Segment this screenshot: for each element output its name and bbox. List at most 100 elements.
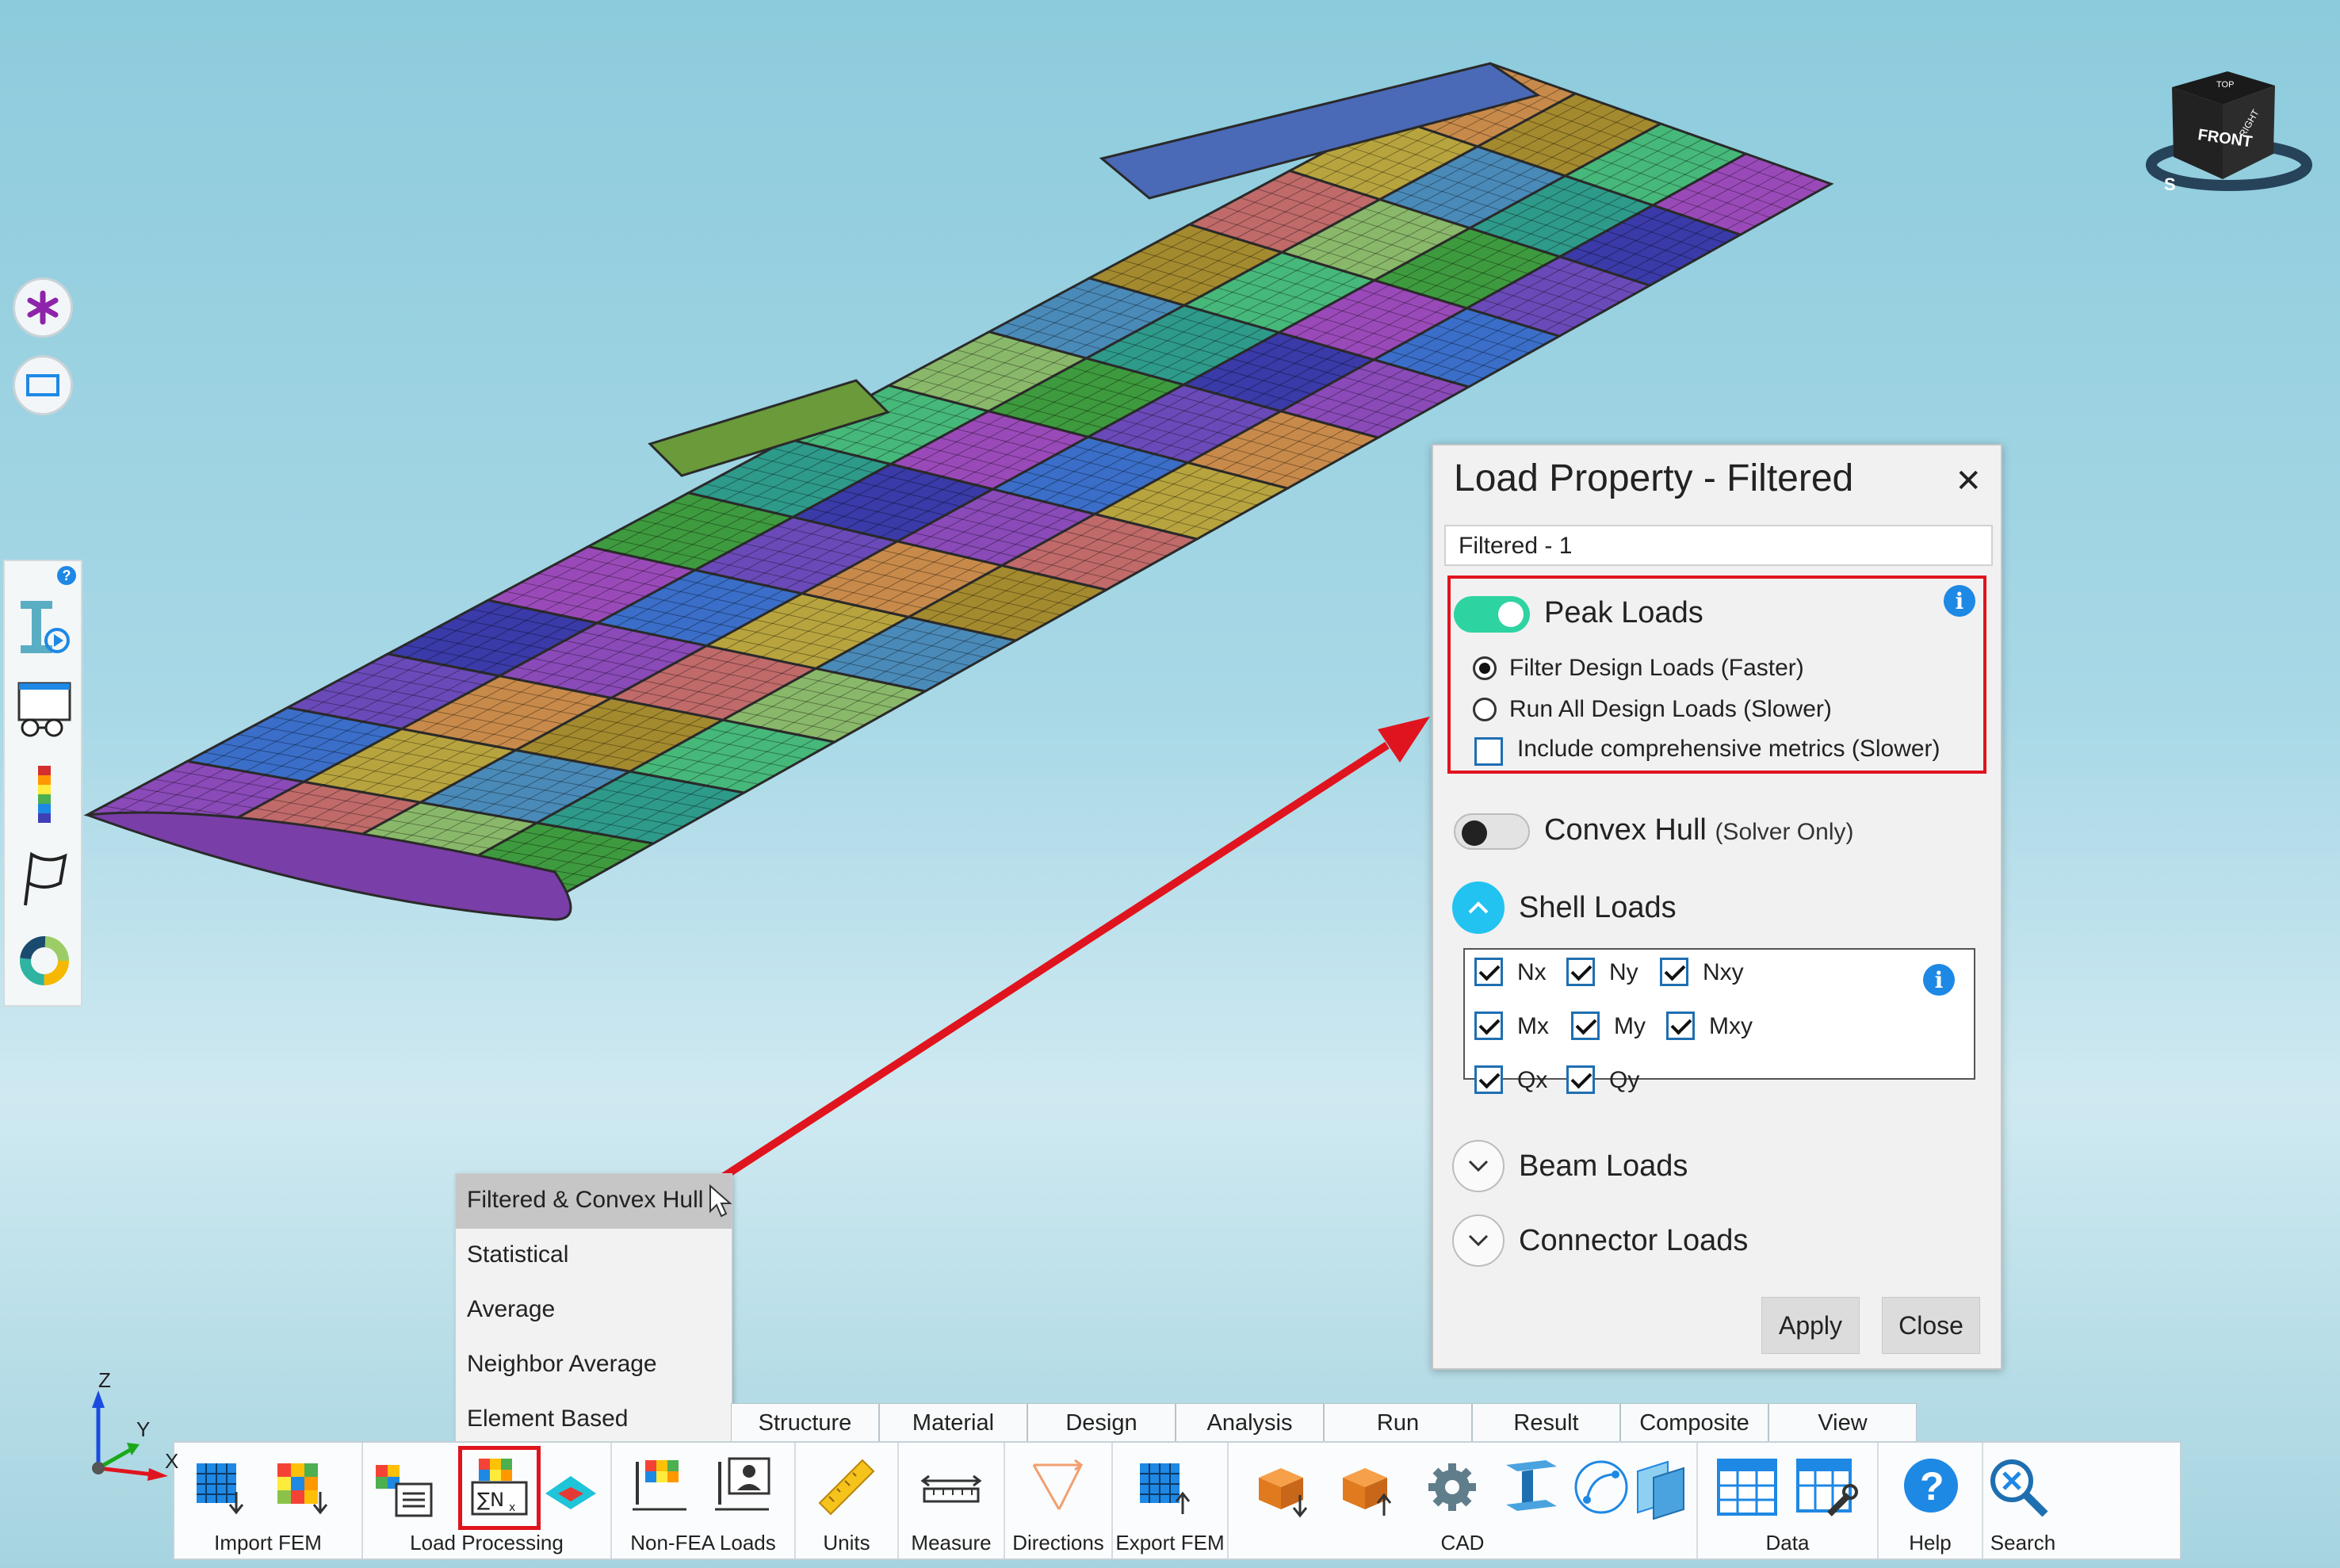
peak-loads-toggle[interactable] (1454, 596, 1530, 633)
ny-checkbox[interactable] (1566, 958, 1595, 986)
group-import-fem: Import FEM (174, 1443, 363, 1558)
comprehensive-metrics-label: Include comprehensive metrics (Slower) (1517, 736, 1940, 762)
group-export-fem: Export FEM (1113, 1443, 1229, 1558)
chevron-up-icon (1468, 901, 1489, 914)
filter-design-loads-radio[interactable] (1473, 656, 1497, 680)
ruler-icon[interactable] (813, 1454, 880, 1520)
beam-loads-label: Beam Loads (1519, 1149, 1688, 1183)
group-directions: Directions (1005, 1443, 1113, 1558)
close-icon[interactable]: ✕ (1955, 463, 1982, 499)
cad-export-icon[interactable] (1335, 1454, 1401, 1520)
user-load-icon[interactable] (709, 1454, 775, 1520)
search-icon[interactable] (1985, 1454, 2051, 1520)
import-mesh-icon[interactable] (192, 1454, 258, 1520)
shell-loads-expander[interactable] (1452, 882, 1505, 934)
surface-icon[interactable] (1630, 1454, 1696, 1520)
measure-icon[interactable] (918, 1454, 985, 1520)
tab-composite[interactable]: Composite (1620, 1403, 1768, 1443)
tab-run[interactable]: Run (1324, 1403, 1472, 1443)
mxy-checkbox[interactable] (1666, 1012, 1695, 1040)
mx-label: Mx (1517, 1013, 1549, 1039)
menu-item-neighbor-average[interactable]: Neighbor Average (456, 1338, 732, 1393)
nx-checkbox[interactable] (1474, 958, 1503, 986)
group-measure: Measure (899, 1443, 1005, 1558)
load-processing-label: Load Processing (410, 1531, 564, 1555)
tab-material[interactable]: Material (879, 1403, 1027, 1443)
dialog-title: Load Property - Filtered (1454, 457, 1854, 499)
convex-hull-label: Convex Hull (Solver Only) (1544, 813, 1854, 847)
cad-label: CAD (1440, 1531, 1485, 1555)
export-fem-label: Export FEM (1115, 1531, 1225, 1555)
run-all-design-loads-radio[interactable] (1473, 698, 1497, 721)
group-data: Data (1698, 1443, 1879, 1558)
import-loads-icon[interactable] (273, 1454, 339, 1520)
svg-text:?: ? (1920, 1464, 1944, 1509)
ribbon-tabs: Structure Material Design Analysis Run R… (434, 1403, 1918, 1443)
filter-design-loads-label: Filter Design Loads (Faster) (1509, 655, 1804, 681)
table-settings-icon[interactable] (1793, 1454, 1860, 1520)
convex-hull-note: (Solver Only) (1715, 819, 1854, 845)
group-help: ? Help (1879, 1443, 1983, 1558)
axis-triad: Z Y X (92, 1370, 178, 1481)
mxy-label: Mxy (1709, 1013, 1753, 1039)
gear-icon[interactable] (1419, 1454, 1485, 1520)
export-mesh-icon[interactable] (1135, 1454, 1202, 1520)
load-list-icon[interactable] (373, 1454, 439, 1520)
group-search: Search (1983, 1443, 2181, 1558)
nx-label: Nx (1517, 959, 1547, 985)
i-beam-icon[interactable] (1498, 1454, 1565, 1520)
group-cad: CAD (1229, 1443, 1698, 1558)
qy-label: Qy (1609, 1067, 1640, 1093)
chevron-down-icon (1468, 1234, 1489, 1247)
shell-loads-label: Shell Loads (1519, 891, 1677, 924)
load-diamond-icon[interactable] (539, 1454, 606, 1520)
close-button[interactable]: Close (1882, 1297, 1980, 1354)
non-fea-load-icon[interactable] (626, 1454, 693, 1520)
shell-loads-info-icon[interactable]: i (1923, 964, 1955, 996)
units-label: Units (823, 1531, 870, 1555)
import-fem-label: Import FEM (214, 1531, 322, 1555)
my-checkbox[interactable] (1571, 1012, 1600, 1040)
tab-view[interactable]: View (1768, 1403, 1917, 1443)
beam-loads-expander[interactable] (1452, 1140, 1505, 1192)
directions-icon[interactable] (1026, 1454, 1092, 1520)
group-units: Units (796, 1443, 899, 1558)
measure-label: Measure (911, 1531, 992, 1555)
table-icon[interactable] (1714, 1454, 1780, 1520)
mx-checkbox[interactable] (1474, 1012, 1503, 1040)
non-fea-loads-label: Non-FEA Loads (630, 1531, 776, 1555)
svg-text:Z: Z (98, 1370, 111, 1392)
cad-import-icon[interactable] (1251, 1454, 1317, 1520)
nxy-label: Nxy (1703, 959, 1744, 985)
curve-icon[interactable] (1568, 1454, 1635, 1520)
nxy-checkbox[interactable] (1660, 958, 1688, 986)
help-label: Help (1909, 1531, 1952, 1555)
run-all-design-loads-label: Run All Design Loads (Slower) (1509, 696, 1832, 722)
menu-item-statistical[interactable]: Statistical (456, 1229, 732, 1283)
qy-checkbox[interactable] (1566, 1065, 1595, 1094)
menu-item-average[interactable]: Average (456, 1283, 732, 1338)
convex-hull-toggle[interactable] (1454, 813, 1530, 850)
apply-button[interactable]: Apply (1761, 1297, 1860, 1354)
tab-design[interactable]: Design (1027, 1403, 1176, 1443)
connector-loads-label: Connector Loads (1519, 1224, 1749, 1257)
tab-analysis[interactable]: Analysis (1176, 1403, 1324, 1443)
tab-structure[interactable]: Structure (731, 1403, 879, 1443)
menu-item-filtered-convex-hull[interactable]: Filtered & Convex Hull (456, 1174, 732, 1229)
comprehensive-metrics-checkbox[interactable] (1474, 737, 1503, 766)
data-label: Data (1765, 1531, 1810, 1555)
peak-loads-info-icon[interactable]: i (1944, 585, 1975, 617)
property-name-field[interactable]: Filtered - 1 (1444, 525, 1993, 566)
connector-loads-expander[interactable] (1452, 1214, 1505, 1267)
sum-loads-highlight (458, 1446, 541, 1530)
tab-result[interactable]: Result (1472, 1403, 1620, 1443)
peak-loads-label: Peak Loads (1544, 596, 1703, 629)
ny-label: Ny (1609, 959, 1638, 985)
mouse-cursor-icon (709, 1184, 732, 1218)
chevron-down-icon (1468, 1160, 1489, 1172)
svg-text:X: X (165, 1449, 178, 1473)
load-property-dialog: Load Property - Filtered ✕ Filtered - 1 … (1432, 444, 2002, 1370)
qx-checkbox[interactable] (1474, 1065, 1503, 1094)
qx-label: Qx (1517, 1067, 1548, 1093)
help-icon[interactable]: ? (1898, 1454, 1964, 1520)
